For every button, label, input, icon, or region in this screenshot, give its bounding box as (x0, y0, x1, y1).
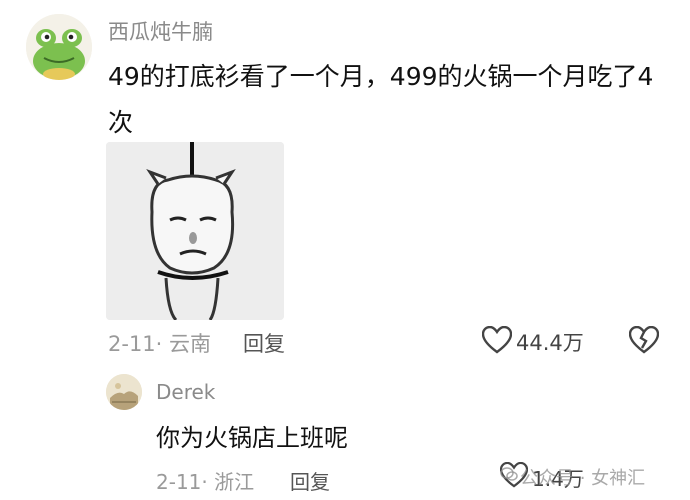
watermark-text: 公众号 · 女神汇 (520, 468, 646, 489)
meme-image[interactable] (106, 142, 284, 320)
main-comment-like-button[interactable]: 44.4万 (481, 325, 584, 358)
sub-comment-date-location: 2-11· 浙江 (156, 470, 255, 494)
main-comment-like-count: 44.4万 (516, 331, 584, 355)
sub-comment-text: 你为火锅店上班呢 (156, 424, 348, 452)
broken-heart-icon (628, 325, 660, 358)
sub-comment-username[interactable]: Derek (156, 380, 215, 404)
main-comment-reply-button[interactable]: 回复 (243, 328, 285, 358)
avatar-sub-derek-icon[interactable] (106, 374, 142, 410)
avatar-main-frog-icon[interactable] (26, 14, 92, 80)
main-comment-text: 49的打底衫看了一个月，499的火锅一个月吃了4次 (108, 62, 654, 137)
main-comment-dislike-button[interactable] (628, 325, 660, 358)
main-comment-username[interactable]: 西瓜炖牛腩 (108, 16, 213, 46)
main-comment-date-location: 2-11· 云南 (108, 332, 212, 356)
heart-icon (481, 325, 513, 358)
wechat-icon (500, 466, 518, 486)
sub-comment-reply-button[interactable]: 回复 (290, 466, 330, 495)
